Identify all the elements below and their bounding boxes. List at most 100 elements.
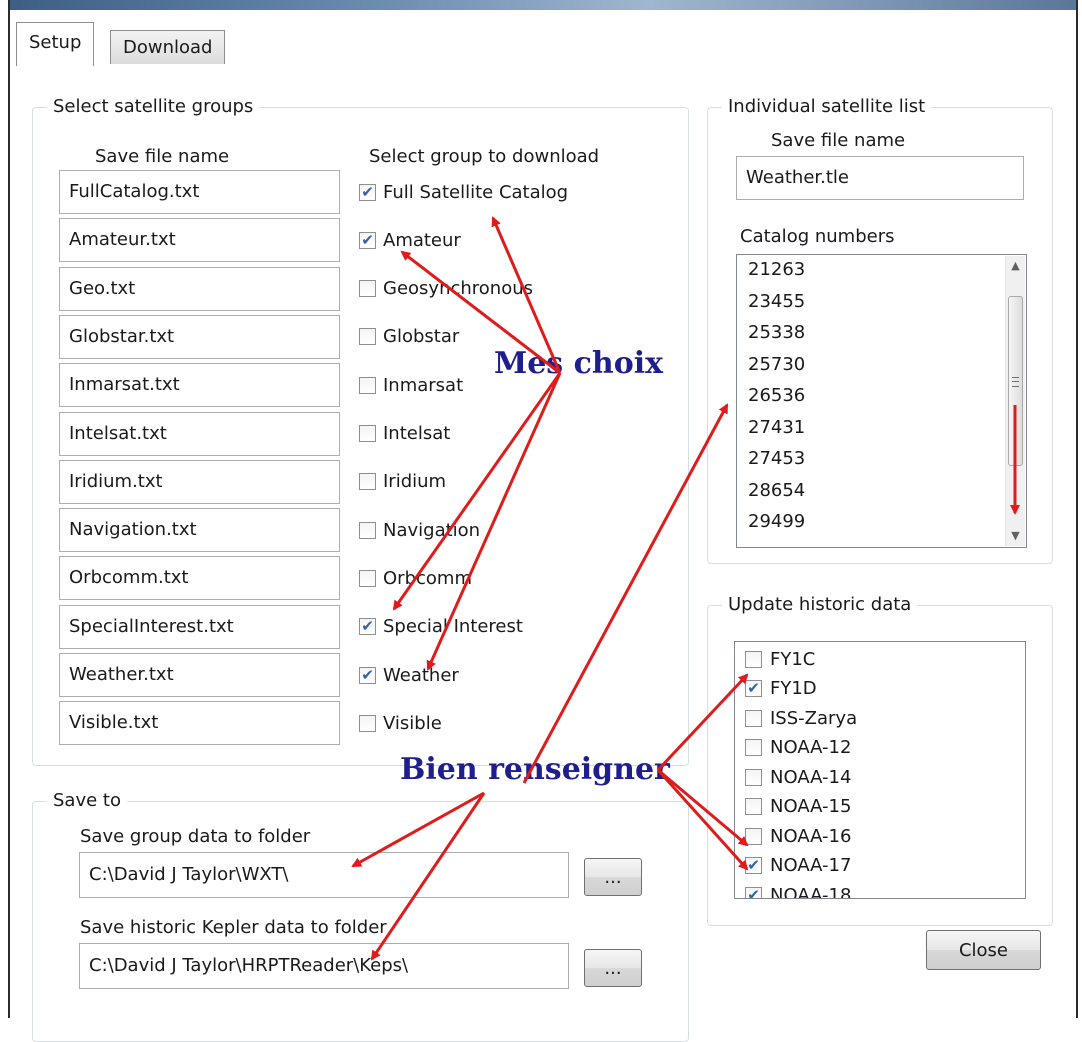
- group-file-input[interactable]: Visible.txt: [59, 701, 340, 746]
- browse-group-folder-button[interactable]: ...: [584, 858, 642, 896]
- historic-item[interactable]: ISS-Zarya: [745, 704, 857, 732]
- select-group-header: Select group to download: [369, 146, 600, 167]
- group-file-input[interactable]: Iridium.txt: [59, 459, 340, 504]
- checkbox[interactable]: [359, 569, 376, 587]
- save-to-box: Save to Save group data to folder C:\Dav…: [32, 789, 689, 1042]
- group-checkbox-label: Navigation: [383, 519, 481, 541]
- setup-panel: Select satellite groups Save file name S…: [10, 65, 1076, 1042]
- group-file-input[interactable]: Orbcomm.txt: [59, 556, 340, 601]
- group-checkbox-label: Inmarsat: [383, 374, 464, 396]
- checkbox[interactable]: [359, 376, 376, 394]
- historic-item-label: NOAA-15: [770, 796, 852, 817]
- historic-item[interactable]: NOAA-16: [745, 822, 851, 850]
- group-file-input[interactable]: Geo.txt: [59, 266, 340, 311]
- individual-save-file-input[interactable]: Weather.tle: [736, 156, 1024, 200]
- group-checkbox-row[interactable]: Visible: [359, 708, 442, 738]
- checkbox[interactable]: [359, 280, 376, 298]
- checkbox[interactable]: [359, 328, 376, 346]
- catalog-number-item[interactable]: 25730: [748, 354, 805, 375]
- checked-checkbox[interactable]: ✔: [745, 857, 762, 874]
- historic-item-label: NOAA-12: [770, 737, 852, 758]
- checkbox[interactable]: [359, 714, 376, 732]
- historic-data-list[interactable]: FY1C ✔ FY1D ISS-Zarya NOAA-12 NOAA-14 NOAA-15 N…: [734, 641, 1026, 899]
- catalog-number-item[interactable]: 27453: [748, 448, 805, 469]
- group-checkbox-row[interactable]: Orbcomm: [359, 563, 472, 593]
- historic-item-label: NOAA-18: [770, 884, 852, 899]
- group-checkbox-label: Full Satellite Catalog: [383, 181, 569, 203]
- catalog-number-item[interactable]: 25338: [748, 322, 805, 343]
- historic-item-label: NOAA-16: [770, 825, 852, 847]
- catalog-number-item[interactable]: 21263: [748, 259, 805, 280]
- group-checkbox-row[interactable]: Inmarsat: [359, 370, 463, 400]
- historic-item[interactable]: ✔ NOAA-18: [745, 881, 852, 899]
- scroll-up-arrow-icon[interactable]: ▲: [1006, 256, 1025, 276]
- individual-save-file-label: Save file name: [771, 130, 906, 151]
- group-file-input[interactable]: Inmarsat.txt: [59, 363, 340, 408]
- group-file-input[interactable]: Navigation.txt: [59, 508, 340, 553]
- checkbox[interactable]: [359, 473, 376, 491]
- close-button[interactable]: Close: [926, 930, 1041, 970]
- group-file-input[interactable]: Intelsat.txt: [59, 411, 340, 456]
- catalog-numbers-list[interactable]: 21263 23455 25338 25730 26536 27431 27453 28654…: [736, 254, 1027, 548]
- scroll-down-arrow-icon[interactable]: ▼: [1006, 526, 1025, 546]
- save-file-name-header: Save file name: [95, 146, 230, 167]
- scroll-thumb[interactable]: [1008, 296, 1023, 466]
- checked-checkbox[interactable]: ✔: [745, 680, 762, 697]
- historic-item-label: FY1D: [770, 678, 817, 699]
- checkbox[interactable]: [745, 768, 762, 786]
- browse-kepler-folder-button[interactable]: ...: [584, 949, 642, 987]
- checkbox[interactable]: [745, 650, 762, 668]
- group-checkbox-row[interactable]: ✔ Amateur: [359, 225, 461, 255]
- historic-item[interactable]: FY1C: [745, 645, 815, 673]
- checkbox[interactable]: [359, 521, 376, 539]
- tab-setup[interactable]: Setup: [16, 22, 95, 66]
- historic-item[interactable]: ✔ FY1D: [745, 675, 817, 703]
- group-checkbox-label: Visible: [383, 712, 442, 734]
- satellite-groups-box: Select satellite groups Save file name S…: [32, 95, 689, 766]
- catalog-numbers-label: Catalog numbers: [740, 226, 895, 247]
- catalog-number-item[interactable]: 23455: [748, 291, 805, 312]
- group-checkbox-row[interactable]: Globstar: [359, 322, 459, 352]
- group-file-input[interactable]: FullCatalog.txt: [59, 170, 340, 214]
- group-checkbox-label: Geosynchronous: [383, 278, 534, 300]
- checked-checkbox[interactable]: ✔: [359, 231, 376, 249]
- checkbox[interactable]: [745, 827, 762, 845]
- group-checkbox-row[interactable]: Intelsat: [359, 419, 450, 449]
- checked-checkbox[interactable]: ✔: [359, 183, 376, 201]
- historic-item[interactable]: NOAA-12: [745, 734, 851, 762]
- catalog-number-item[interactable]: 29499: [748, 511, 805, 532]
- checked-checkbox[interactable]: ✔: [745, 886, 762, 898]
- tab-bar: Setup Download: [10, 10, 1076, 66]
- group-checkbox-row[interactable]: Iridium: [359, 467, 446, 497]
- checkbox[interactable]: [745, 739, 762, 756]
- kepler-folder-input[interactable]: C:\David J Taylor\HRPTReader\Keps\: [79, 943, 569, 989]
- catalog-number-item[interactable]: 26536: [748, 385, 805, 406]
- group-checkbox-row[interactable]: Navigation: [359, 515, 480, 545]
- historic-item[interactable]: NOAA-14: [745, 763, 851, 791]
- group-folder-input[interactable]: C:\David J Taylor\WXT\: [79, 852, 569, 898]
- checked-checkbox[interactable]: ✔: [359, 618, 376, 636]
- checkbox[interactable]: [745, 709, 762, 727]
- historic-data-box: Update historic data FY1C ✔ FY1D ISS-Zarya N…: [707, 593, 1053, 926]
- catalog-number-item[interactable]: 28654: [748, 480, 805, 501]
- group-file-input[interactable]: Weather.txt: [59, 653, 340, 697]
- group-file-input[interactable]: SpecialInterest.txt: [59, 604, 340, 649]
- group-checkbox-row[interactable]: ✔ Special Interest: [359, 612, 523, 642]
- checkbox[interactable]: [359, 425, 376, 442]
- group-checkbox-label: Weather: [383, 664, 459, 686]
- historic-item[interactable]: ✔ NOAA-17: [745, 852, 851, 880]
- historic-data-legend: Update historic data: [722, 593, 918, 617]
- group-checkbox-row[interactable]: Geosynchronous: [359, 274, 533, 304]
- historic-item[interactable]: NOAA-15: [745, 793, 851, 821]
- group-file-input[interactable]: Amateur.txt: [59, 218, 340, 263]
- historic-item-label: FY1C: [770, 648, 816, 670]
- catalog-number-item[interactable]: 27431: [748, 417, 805, 438]
- group-file-input[interactable]: Globstar.txt: [59, 314, 340, 359]
- checkbox[interactable]: [745, 798, 762, 815]
- tab-download[interactable]: Download: [110, 30, 226, 64]
- group-checkbox-row[interactable]: ✔ Weather: [359, 660, 459, 690]
- checked-checkbox[interactable]: ✔: [359, 666, 376, 684]
- kepler-folder-label: Save historic Kepler data to folder: [80, 917, 387, 938]
- catalog-scrollbar[interactable]: ▲ ▼: [1005, 256, 1025, 546]
- group-checkbox-row[interactable]: ✔ Full Satellite Catalog: [359, 177, 568, 207]
